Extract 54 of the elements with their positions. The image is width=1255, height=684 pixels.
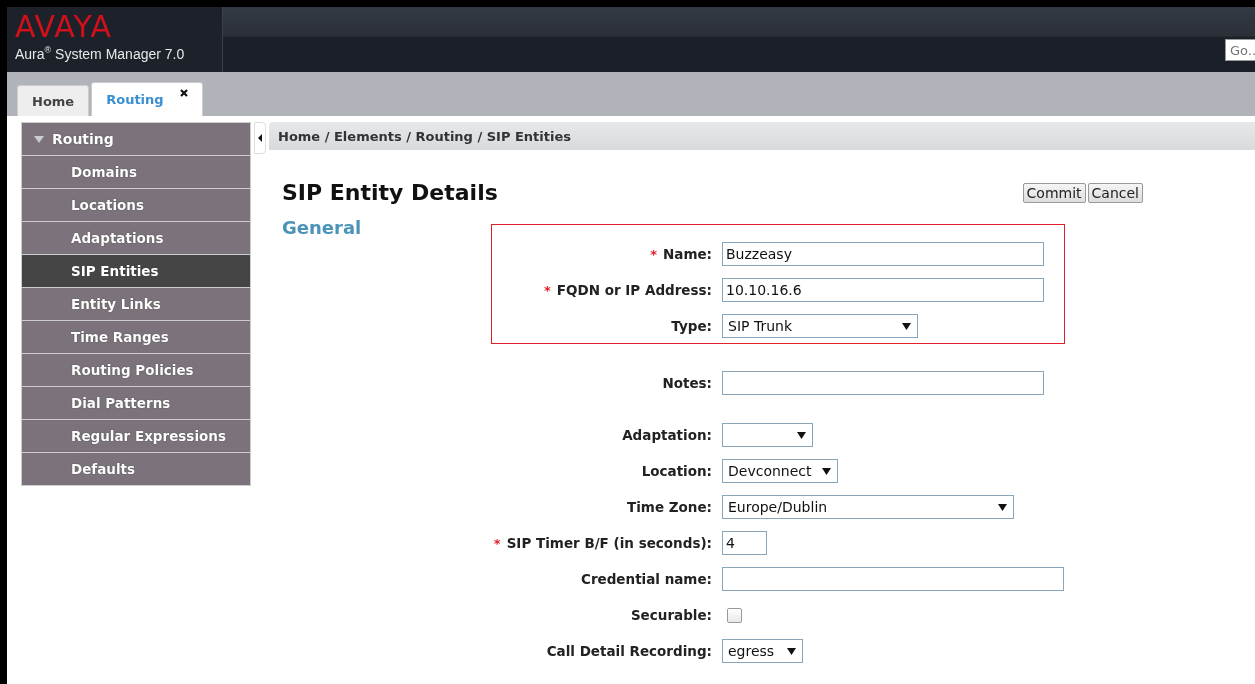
logo: AVAYA	[15, 11, 112, 43]
close-icon[interactable]	[179, 89, 188, 97]
tab[interactable]: Home	[17, 85, 90, 116]
required-asterisk: *	[493, 535, 501, 551]
sidebar-title: Routing	[52, 131, 114, 147]
sidebar-header[interactable]: Routing	[21, 122, 251, 156]
field-label: Name:	[662, 246, 712, 262]
product-name: Aura$^{®}$ System Manager 7.0	[15, 45, 185, 62]
sidebar-item[interactable]: Time Ranges	[21, 321, 251, 354]
action-button[interactable]: Cancel	[1087, 182, 1143, 203]
dropdown[interactable]: Devconnect	[722, 459, 838, 483]
breadcrumb: Home / Elements / Routing / SIP Entities	[269, 122, 1255, 150]
dropdown-caret-icon	[797, 431, 806, 439]
dropdown[interactable]	[722, 423, 813, 447]
dropdown[interactable]: Europe/Dublin	[722, 495, 1014, 519]
field-label: Call Detail Recording:	[546, 643, 712, 659]
field-label: Adaptation:	[622, 427, 712, 443]
checkbox[interactable]	[727, 607, 742, 623]
sidebar-item[interactable]: Entity Links	[21, 288, 251, 321]
action-button[interactable]: Commit	[1022, 182, 1086, 203]
dropdown[interactable]: egress	[722, 639, 803, 663]
sidebar-item[interactable]: SIP Entities	[21, 255, 251, 288]
sidebar-item[interactable]: Adaptations	[21, 222, 251, 255]
field-label: Securable:	[630, 607, 712, 623]
dropdown[interactable]: SIP Trunk	[722, 314, 918, 338]
sidebar-item[interactable]: Domains	[21, 156, 251, 189]
required-asterisk: *	[650, 246, 657, 262]
field-label: SIP Timer B/F (in seconds):	[506, 535, 712, 551]
sidebar-item[interactable]: Defaults	[21, 453, 251, 486]
sidebar-item[interactable]: Routing Policies	[21, 354, 251, 387]
field-label: Location:	[641, 463, 712, 479]
field-label: FQDN or IP Address:	[556, 282, 712, 298]
text-field[interactable]	[722, 371, 1044, 395]
field-label: Type:	[671, 318, 712, 334]
sidebar-item[interactable]: Dial Patterns	[21, 387, 251, 420]
dropdown-caret-icon	[787, 647, 796, 655]
search-field[interactable]: Go..	[1225, 39, 1255, 61]
dropdown-caret-icon	[902, 322, 911, 330]
required-asterisk: *	[543, 282, 551, 298]
field-label: Credential name:	[581, 571, 712, 587]
text-field[interactable]: 4	[722, 531, 767, 555]
sidebar-item[interactable]: Locations	[21, 189, 251, 222]
sidebar-item[interactable]: Regular Expressions	[21, 420, 251, 453]
dropdown-caret-icon	[998, 503, 1007, 511]
field-label: Time Zone:	[627, 499, 712, 515]
text-field[interactable]	[722, 567, 1064, 591]
page-title: SIP Entity Details	[282, 180, 498, 205]
collapse-arrow-icon	[258, 134, 262, 142]
text-field[interactable]: Buzzeasy	[722, 242, 1044, 266]
field-label: Notes:	[662, 375, 712, 391]
collapse-handle[interactable]	[254, 122, 266, 154]
dropdown-caret-icon	[822, 467, 831, 475]
text-field[interactable]: 10.10.16.6	[722, 278, 1044, 302]
section-heading: General	[282, 217, 362, 238]
